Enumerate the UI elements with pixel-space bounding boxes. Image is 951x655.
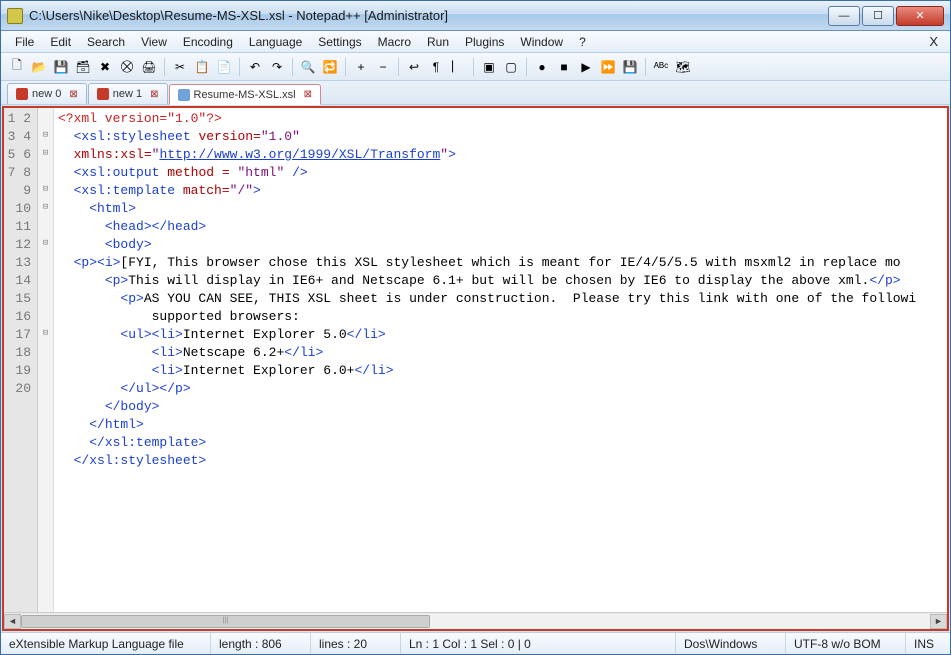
status-lines: lines : 20 <box>311 633 401 654</box>
record-macro-icon[interactable]: ● <box>532 57 552 77</box>
zoom-in-icon[interactable]: + <box>351 57 371 77</box>
window-title: C:\Users\Nike\Desktop\Resume-MS-XSL.xsl … <box>29 8 828 23</box>
save-all-icon[interactable]: 🗃 <box>73 57 93 77</box>
close-doc-button[interactable]: X <box>923 34 944 49</box>
scroll-thumb[interactable] <box>21 615 430 628</box>
tab-close-icon[interactable]: ⊠ <box>69 89 77 100</box>
tab-0[interactable]: new 0 ⊠ <box>7 83 87 104</box>
save-icon[interactable]: 💾 <box>51 57 71 77</box>
toolbar: 🗋📂💾🗃✖⛒🖨✂📋📄↶↷🔍🔁+−↩¶⎸▣▢●■▶⏩💾ᴬᴮᶜ🗺 <box>1 53 950 81</box>
save-macro-icon[interactable]: 💾 <box>620 57 640 77</box>
print-icon[interactable]: 🖨 <box>139 57 159 77</box>
menu-view[interactable]: View <box>133 33 175 51</box>
menu-macro[interactable]: Macro <box>370 33 419 51</box>
file-icon <box>16 88 28 100</box>
status-length: length : 806 <box>211 633 311 654</box>
maximize-button[interactable]: ☐ <box>862 6 894 26</box>
status-mode: INS <box>906 633 950 654</box>
line-number-gutter: 1 2 3 4 5 6 7 8 9 10 11 12 13 14 15 16 1… <box>4 108 38 612</box>
menu-encoding[interactable]: Encoding <box>175 33 241 51</box>
code-content[interactable]: <?xml version="1.0"?> <xsl:stylesheet ve… <box>54 108 947 612</box>
status-position: Ln : 1 Col : 1 Sel : 0 | 0 <box>401 633 676 654</box>
invisible-chars-icon[interactable]: ¶ <box>426 57 446 77</box>
titlebar: C:\Users\Nike\Desktop\Resume-MS-XSL.xsl … <box>1 1 950 31</box>
statusbar: eXtensible Markup Language file length :… <box>1 632 950 654</box>
play-macro-icon[interactable]: ▶ <box>576 57 596 77</box>
minimize-button[interactable]: — <box>828 6 860 26</box>
code-editor[interactable]: 1 2 3 4 5 6 7 8 9 10 11 12 13 14 15 16 1… <box>4 108 947 612</box>
tab-1[interactable]: new 1 ⊠ <box>88 83 168 104</box>
menu-file[interactable]: File <box>7 33 42 51</box>
menu-help[interactable]: ? <box>571 33 594 51</box>
tabbar: new 0 ⊠ new 1 ⊠ Resume-MS-XSL.xsl ⊠ <box>1 81 950 105</box>
tab-label: new 1 <box>113 88 142 100</box>
open-file-icon[interactable]: 📂 <box>29 57 49 77</box>
menu-settings[interactable]: Settings <box>310 33 369 51</box>
file-icon <box>97 88 109 100</box>
redo-icon[interactable]: ↷ <box>267 57 287 77</box>
menu-window[interactable]: Window <box>512 33 571 51</box>
find-icon[interactable]: 🔍 <box>298 57 318 77</box>
fold-all-icon[interactable]: ▣ <box>479 57 499 77</box>
tab-label: new 0 <box>32 88 61 100</box>
scroll-left-icon[interactable]: ◄ <box>4 614 21 629</box>
fold-column[interactable]: ⊟⊟⊟⊟⊟⊟ <box>38 108 54 612</box>
menu-search[interactable]: Search <box>79 33 133 51</box>
tab-close-icon[interactable]: ⊠ <box>304 89 312 100</box>
status-file-type: eXtensible Markup Language file <box>1 633 211 654</box>
spellcheck-icon[interactable]: ᴬᴮᶜ <box>651 57 671 77</box>
stop-macro-icon[interactable]: ■ <box>554 57 574 77</box>
close-all-icon[interactable]: ⛒ <box>117 57 137 77</box>
menu-plugins[interactable]: Plugins <box>457 33 512 51</box>
scroll-right-icon[interactable]: ► <box>930 614 947 629</box>
status-eol: Dos\Windows <box>676 633 786 654</box>
file-icon <box>178 89 190 101</box>
run-macro-multi-icon[interactable]: ⏩ <box>598 57 618 77</box>
zoom-out-icon[interactable]: − <box>373 57 393 77</box>
menu-run[interactable]: Run <box>419 33 457 51</box>
wrap-icon[interactable]: ↩ <box>404 57 424 77</box>
close-window-button[interactable]: ✕ <box>896 6 944 26</box>
indent-guide-icon[interactable]: ⎸ <box>448 57 468 77</box>
close-icon[interactable]: ✖ <box>95 57 115 77</box>
app-icon <box>7 8 23 24</box>
menubar: File Edit Search View Encoding Language … <box>1 31 950 53</box>
status-encoding: UTF-8 w/o BOM <box>786 633 906 654</box>
tab-close-icon[interactable]: ⊠ <box>150 89 158 100</box>
tab-label: Resume-MS-XSL.xsl <box>194 89 296 101</box>
editor-area: 1 2 3 4 5 6 7 8 9 10 11 12 13 14 15 16 1… <box>2 106 949 631</box>
new-file-icon[interactable]: 🗋 <box>7 57 27 77</box>
undo-icon[interactable]: ↶ <box>245 57 265 77</box>
tab-2[interactable]: Resume-MS-XSL.xsl ⊠ <box>169 84 321 105</box>
paste-icon[interactable]: 📄 <box>214 57 234 77</box>
doc-map-icon[interactable]: 🗺 <box>673 57 693 77</box>
unfold-all-icon[interactable]: ▢ <box>501 57 521 77</box>
horizontal-scrollbar[interactable]: ◄ ► <box>4 612 947 629</box>
menu-language[interactable]: Language <box>241 33 310 51</box>
copy-icon[interactable]: 📋 <box>192 57 212 77</box>
scroll-track[interactable] <box>21 614 930 629</box>
replace-icon[interactable]: 🔁 <box>320 57 340 77</box>
menu-edit[interactable]: Edit <box>42 33 79 51</box>
cut-icon[interactable]: ✂ <box>170 57 190 77</box>
